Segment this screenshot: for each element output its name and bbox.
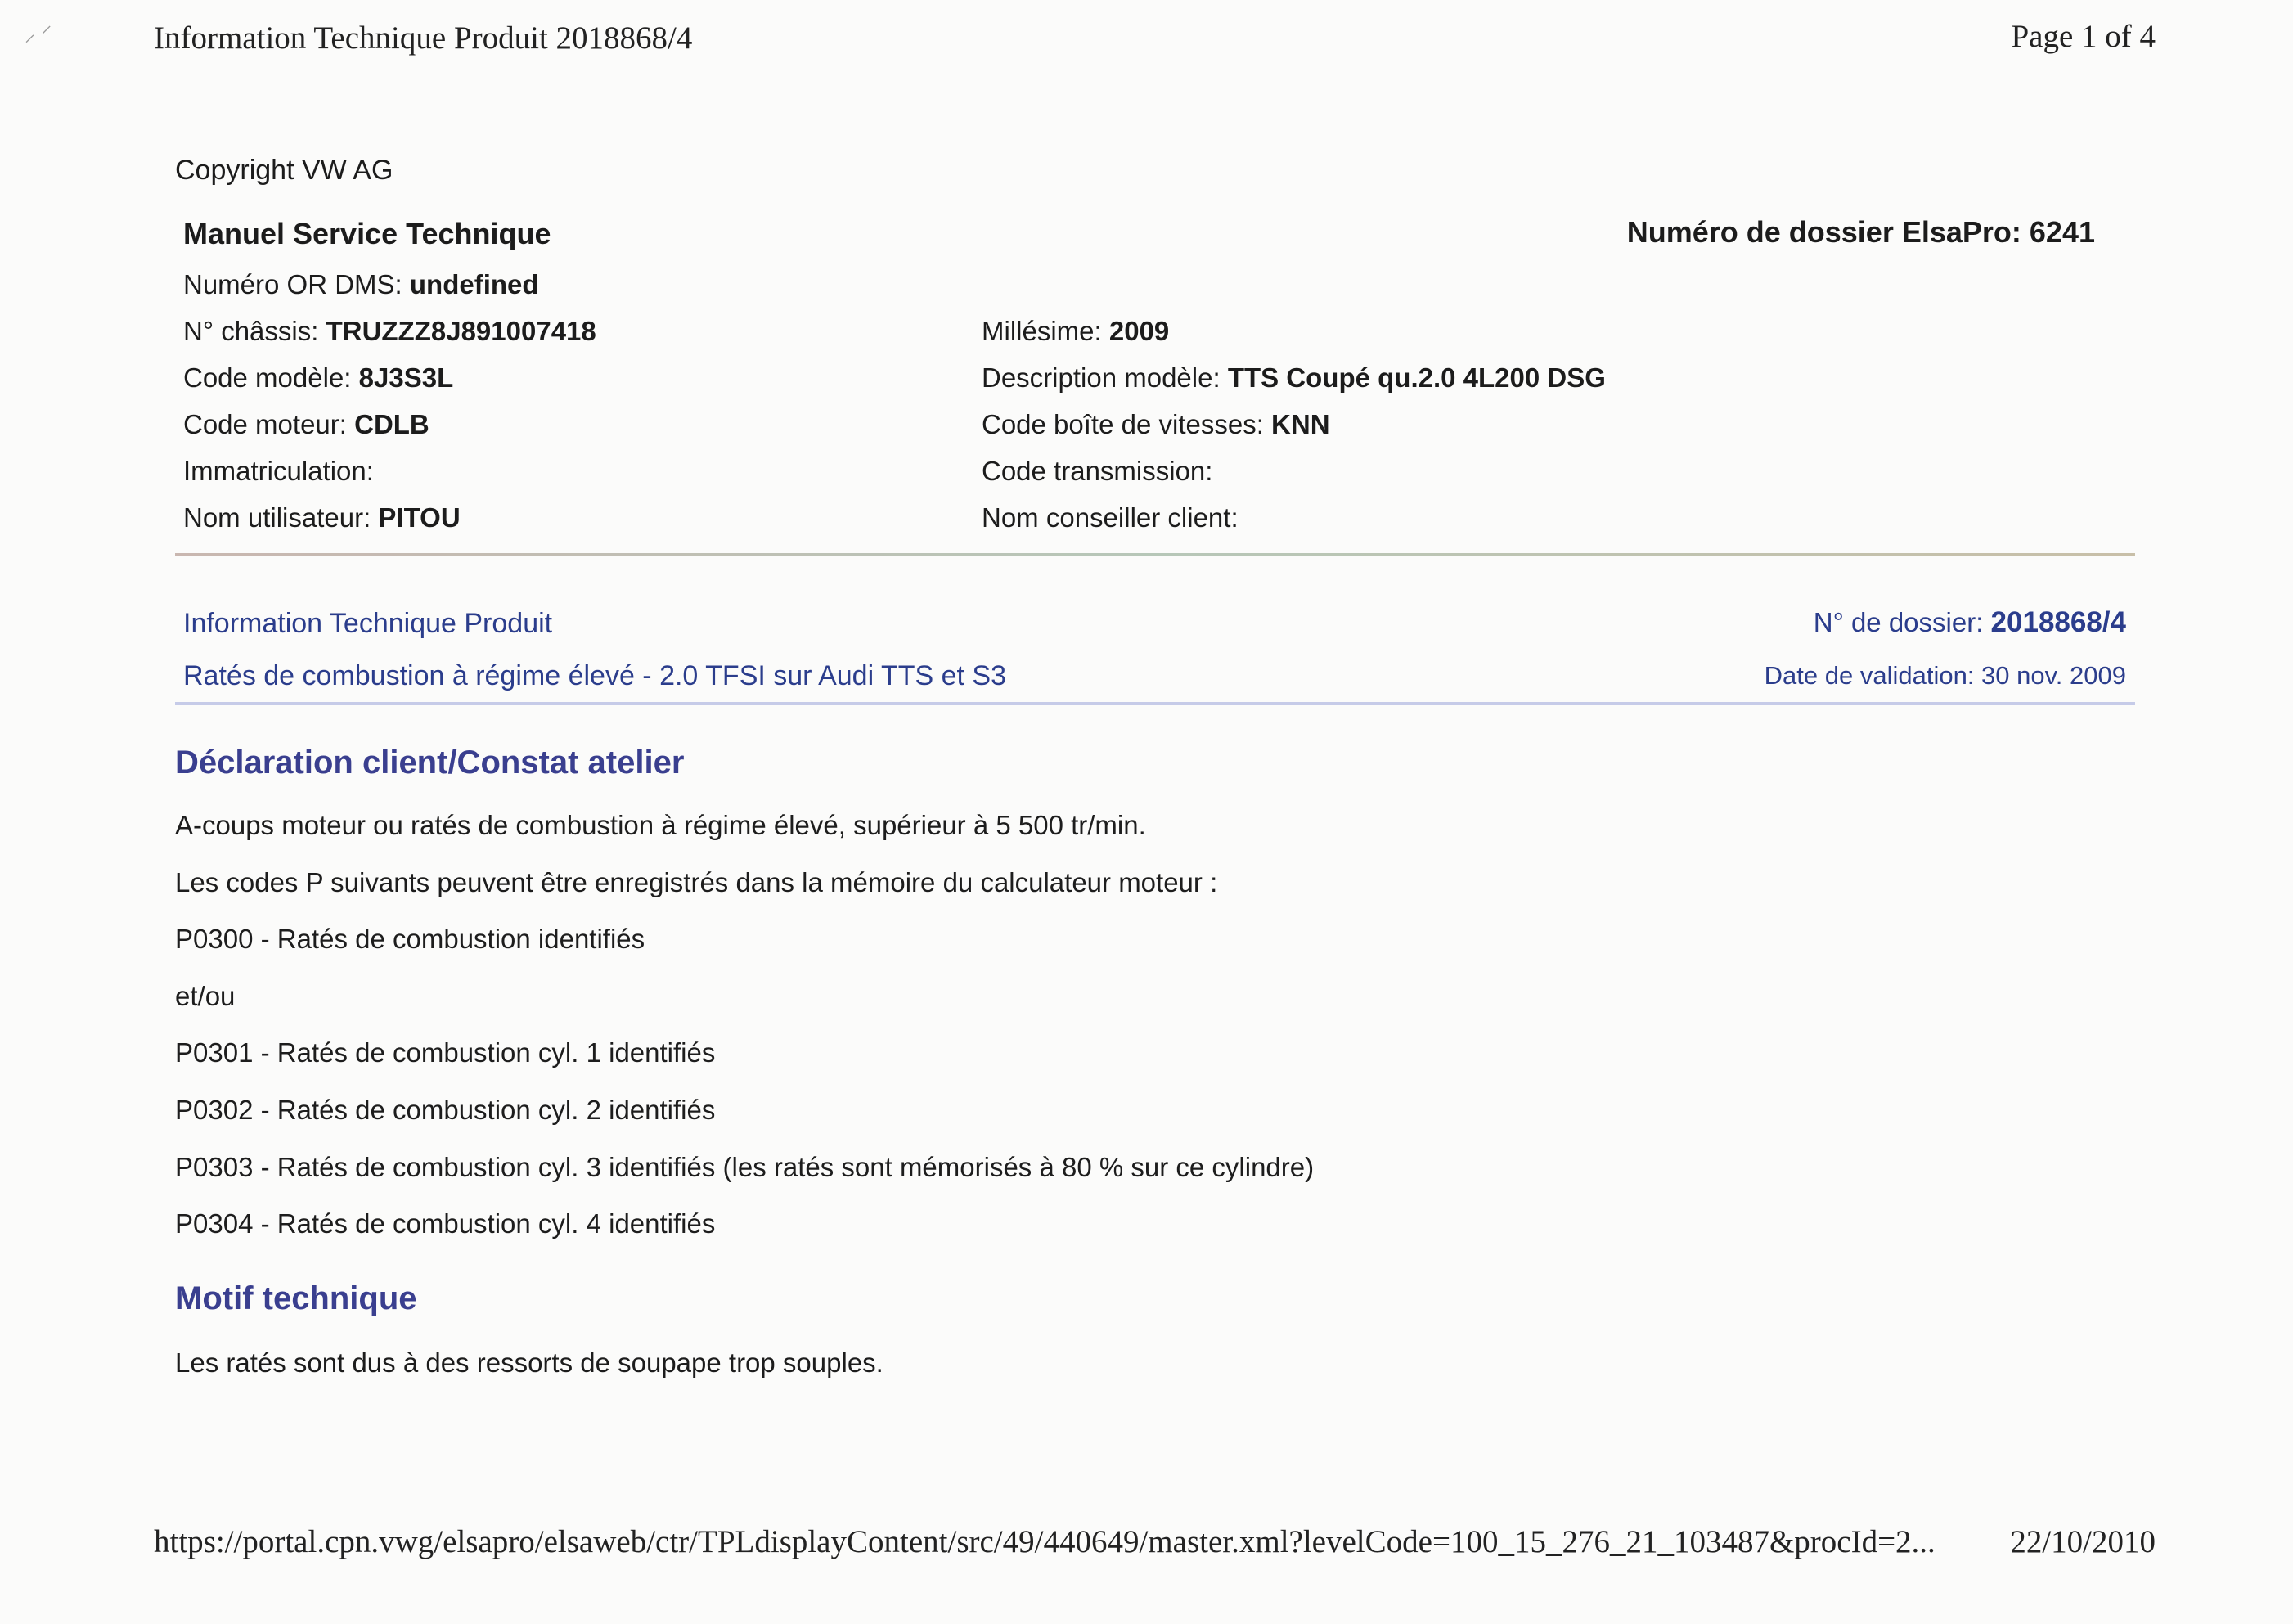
field-value: KNN [1271, 409, 1330, 439]
elsapro-dossier-number: Numéro de dossier ElsaPro: 6241 [1626, 215, 2095, 249]
field-label: Millésime: [982, 316, 1109, 346]
fault-code-line: P0304 - Ratés de combustion cyl. 4 ident… [175, 1208, 716, 1239]
info-label: Information Technique Produit [183, 608, 553, 639]
dossier-value: 2018868/4 [1990, 606, 2126, 638]
print-footer-date: 22/10/2010 [2010, 1524, 2156, 1559]
field-service-advisor: Nom conseiller client: [982, 502, 1239, 533]
section-heading-motif: Motif technique [175, 1280, 417, 1316]
field-model-year: Millésime: 2009 [982, 316, 1169, 347]
field-value: PITOU [378, 502, 461, 533]
copyright: Copyright VW AG [175, 155, 393, 186]
field-model-code: Code modèle: 8J3S3L [183, 362, 453, 394]
dossier-number: N° de dossier: 2018868/4 [1814, 606, 2126, 639]
info-subject: Ratés de combustion à régime élevé - 2.0… [183, 660, 1007, 691]
fault-code-line: P0303 - Ratés de combustion cyl. 3 ident… [175, 1152, 1315, 1182]
scan-mark: ⸝ ⸍ [25, 21, 52, 46]
divider [175, 553, 2135, 556]
field-model-description: Description modèle: TTS Coupé qu.2.0 4L2… [982, 362, 1606, 394]
dossier-label: N° de dossier: [1813, 607, 1991, 637]
fault-code-line: P0301 - Ratés de combustion cyl. 1 ident… [175, 1037, 716, 1068]
paragraph: A-coups moteur ou ratés de combustion à … [175, 810, 1146, 840]
paragraph: Les codes P suivants peuvent être enregi… [175, 867, 1218, 897]
fault-code-line: P0302 - Ratés de combustion cyl. 2 ident… [175, 1095, 716, 1125]
field-engine-code: Code moteur: CDLB [183, 409, 429, 440]
print-header-title: Information Technique Produit 2018868/4 [154, 20, 693, 56]
field-chassis: N° châssis: TRUZZZ8J891007418 [183, 316, 596, 347]
field-gearbox-code: Code boîte de vitesses: KNN [982, 409, 1330, 440]
field-dms-number: Numéro OR DMS: undefined [183, 269, 539, 300]
field-label: Nom conseiller client: [982, 502, 1239, 533]
field-value: undefined [409, 269, 539, 299]
field-value: 2009 [1108, 316, 1170, 346]
validation-date: Date de validation: 30 nov. 2009 [1764, 661, 2126, 690]
field-label: Code transmission: [982, 456, 1213, 486]
field-label: Code modèle: [183, 362, 359, 393]
field-value: CDLB [354, 409, 429, 439]
paragraph: et/ou [175, 981, 236, 1011]
field-label: Numéro OR DMS: [183, 269, 410, 299]
field-value: 8J3S3L [358, 362, 454, 393]
field-registration: Immatriculation: [183, 456, 374, 487]
print-header-page: Page 1 of 4 [2011, 19, 2156, 54]
field-label: Code moteur: [183, 409, 355, 439]
field-user-name: Nom utilisateur: PITOU [183, 502, 461, 533]
fault-code-line: P0300 - Ratés de combustion identifiés [175, 924, 645, 954]
field-value: TRUZZZ8J891007418 [326, 316, 596, 346]
divider [175, 702, 2135, 705]
print-footer-url: https://portal.cpn.vwg/elsapro/elsaweb/c… [154, 1524, 1936, 1559]
manual-title: Manuel Service Technique [183, 217, 551, 250]
field-label: Code boîte de vitesses: [982, 409, 1272, 439]
field-label: Description modèle: [982, 362, 1228, 393]
field-label: Immatriculation: [183, 456, 374, 486]
field-label: N° châssis: [183, 316, 326, 346]
paragraph: Les ratés sont dus à des ressorts de sou… [175, 1347, 883, 1378]
field-label: Nom utilisateur: [183, 502, 379, 533]
section-heading-declaration: Déclaration client/Constat atelier [175, 745, 685, 781]
field-value: TTS Coupé qu.2.0 4L200 DSG [1227, 362, 1606, 393]
field-transmission-code: Code transmission: [982, 456, 1212, 487]
